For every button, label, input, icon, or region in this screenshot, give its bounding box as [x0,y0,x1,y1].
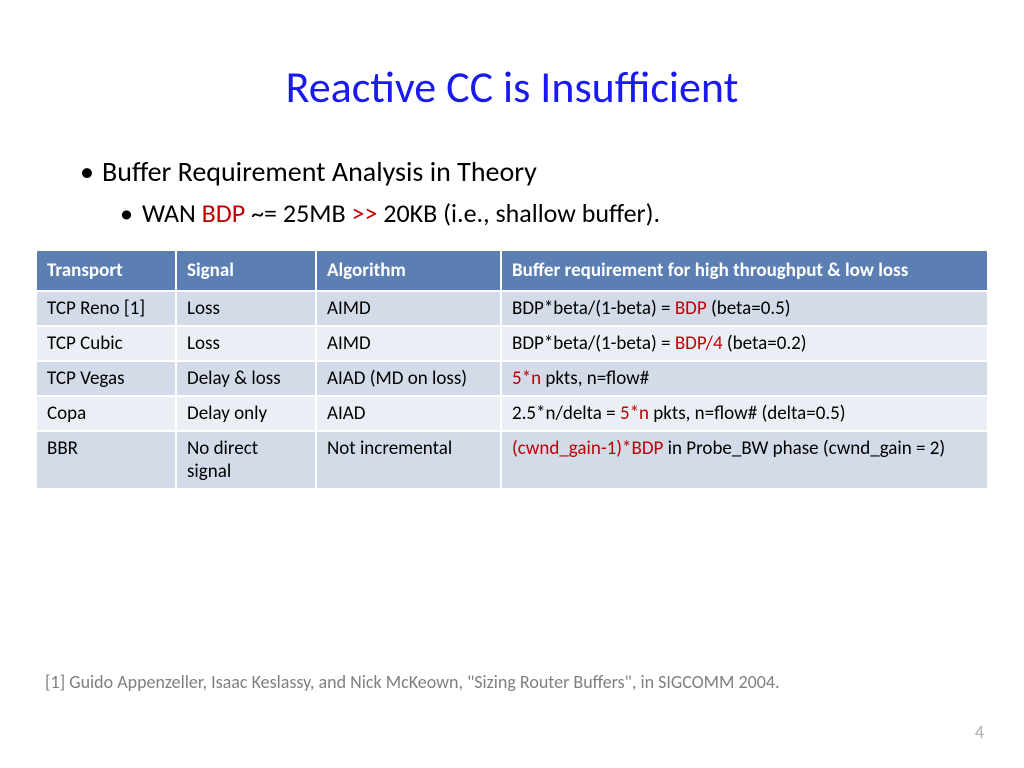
cell-bufreq: 5*n pkts, n=flow# [501,361,988,396]
text: pkts, n=flow# (delta=0.5) [649,402,846,425]
bullet-level2: WAN BDP ~= 25MB >> 20KB (i.e., shallow b… [120,197,964,229]
cell-signal: Delay & loss [176,361,316,396]
table-container: Transport Signal Algorithm Buffer requir… [0,249,1024,490]
text-highlight: (cwnd_gain-1)*BDP [512,437,663,460]
cell-signal: Delay only [176,396,316,431]
cell-algo: AIAD (MD on loss) [316,361,501,396]
cell-transport: TCP Reno [1] [36,291,176,326]
cell-algo: AIAD [316,396,501,431]
content-area: Buffer Requirement Analysis in Theory WA… [0,154,1024,229]
footnote: [1] Guido Appenzeller, Isaac Keslassy, a… [45,671,979,693]
table-header-row: Transport Signal Algorithm Buffer requir… [36,250,988,291]
cell-bufreq: BDP*beta/(1-beta) = BDP/4 (beta=0.2) [501,326,988,361]
cell-transport: Copa [36,396,176,431]
cell-signal: Loss [176,291,316,326]
text: WAN [142,197,202,229]
table-row: TCP Cubic Loss AIMD BDP*beta/(1-beta) = … [36,326,988,361]
buffer-requirements-table: Transport Signal Algorithm Buffer requir… [35,249,989,490]
page-number: 4 [975,721,984,743]
cell-transport: TCP Vegas [36,361,176,396]
text-highlight: 5*n [512,367,541,390]
text-highlight-gtgt: >> [352,197,378,229]
text-highlight-bdp: BDP [202,197,246,229]
text-highlight: BDP [675,297,707,320]
text-highlight: BDP/4 [675,332,723,355]
text: ~= 25MB [245,197,351,229]
cell-algo: AIMD [316,326,501,361]
cell-bufreq: 2.5*n/delta = 5*n pkts, n=flow# (delta=0… [501,396,988,431]
table-row: Copa Delay only AIAD 2.5*n/delta = 5*n p… [36,396,988,431]
cell-transport: BBR [36,431,176,489]
text: 20KB (i.e., shallow buffer). [377,197,660,229]
bullet-level1: Buffer Requirement Analysis in Theory [80,154,964,189]
text: (beta=0.2) [723,332,807,355]
text: pkts, n=flow# [541,367,649,390]
header-bufreq: Buffer requirement for high throughput &… [501,250,988,291]
table-row: TCP Reno [1] Loss AIMD BDP*beta/(1-beta)… [36,291,988,326]
table-row: TCP Vegas Delay & loss AIAD (MD on loss)… [36,361,988,396]
text-highlight: 5*n [620,402,649,425]
text: BDP*beta/(1-beta) = [512,332,675,355]
cell-algo: AIMD [316,291,501,326]
text: (beta=0.5) [707,297,791,320]
text: 2.5*n/delta = [512,402,620,425]
header-signal: Signal [176,250,316,291]
table-row: BBR No direct signal Not incremental (cw… [36,431,988,489]
cell-algo: Not incremental [316,431,501,489]
slide-title: Reactive CC is Insufficient [0,0,1024,154]
cell-bufreq: BDP*beta/(1-beta) = BDP (beta=0.5) [501,291,988,326]
text: in Probe_BW phase (cwnd_gain = 2) [663,437,945,460]
header-algorithm: Algorithm [316,250,501,291]
cell-signal: Loss [176,326,316,361]
cell-transport: TCP Cubic [36,326,176,361]
header-transport: Transport [36,250,176,291]
text: BDP*beta/(1-beta) = [512,297,675,320]
cell-signal: No direct signal [176,431,316,489]
cell-bufreq: (cwnd_gain-1)*BDP in Probe_BW phase (cwn… [501,431,988,489]
